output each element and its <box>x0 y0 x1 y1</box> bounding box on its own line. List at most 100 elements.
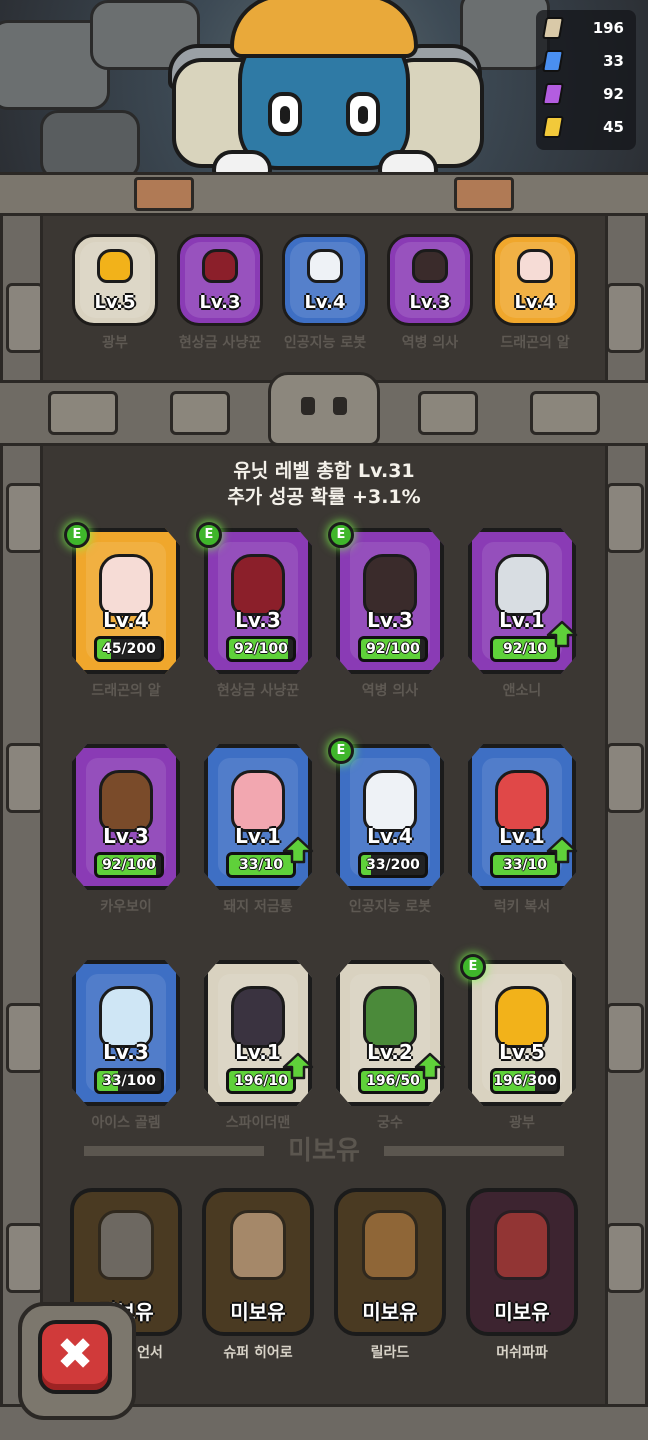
equipped-slot[interactable]: Lv.4 <box>282 234 368 326</box>
unowned-unit-card[interactable]: 미보유 <box>202 1188 314 1336</box>
unit-name: 돼지 저금통 <box>223 899 293 915</box>
resource-row: 196 <box>540 14 632 42</box>
purple-crystal-icon <box>542 83 564 105</box>
unit-portrait <box>362 1210 418 1280</box>
progress-text: 92/100 <box>366 641 420 657</box>
unit-name: 아이스 골렘 <box>91 1115 161 1131</box>
total-level-text: 유닛 레벨 총합 Lv.31 <box>233 460 415 482</box>
unit-level: Lv.3 <box>235 608 281 632</box>
unit-portrait <box>230 1210 286 1280</box>
unit-level: Lv.3 <box>103 1040 149 1064</box>
blue-crystal-icon <box>542 50 564 72</box>
unit-card[interactable]: Lv.3 92/100 <box>72 744 180 890</box>
unit-name: 광부 <box>509 1115 535 1131</box>
resource-panel: 196 33 92 45 <box>536 10 636 150</box>
equipped-slot[interactable]: Lv.5 <box>72 234 158 326</box>
equipped-badge-icon: E <box>196 522 222 548</box>
unit-portrait <box>495 554 549 616</box>
unit-card[interactable]: Lv.3 92/100 <box>204 528 312 674</box>
unit-level: Lv.4 <box>367 824 413 848</box>
unit-name: 앤소니 <box>502 683 542 699</box>
unit-portrait <box>517 249 553 283</box>
unit-progress-bar: 33/100 <box>94 1068 164 1094</box>
unit-portrait <box>99 770 153 832</box>
equipped-slot[interactable]: Lv.4 <box>492 234 578 326</box>
stone-lintel <box>0 172 648 216</box>
upgrade-arrow-icon <box>546 836 578 864</box>
unit-card[interactable]: Lv.5 196/300 <box>468 960 576 1106</box>
rock-decoration <box>40 110 140 180</box>
resource-row: 45 <box>540 113 632 141</box>
progress-text: 196/300 <box>493 1073 557 1089</box>
unit-name: 럭키 복서 <box>493 899 551 915</box>
unit-card[interactable]: Lv.2 196/50 <box>336 960 444 1106</box>
unit-card[interactable]: Lv.4 33/200 <box>336 744 444 890</box>
unit-portrait <box>363 770 417 832</box>
equipped-badge-icon: E <box>328 738 354 764</box>
progress-text: 45/200 <box>102 641 156 657</box>
unit-progress-bar: 92/100 <box>94 852 164 878</box>
unowned-label: 미보유 <box>494 1300 550 1324</box>
unit-portrait <box>231 986 285 1048</box>
unit-portrait <box>307 249 343 283</box>
unowned-unit-name: 릴라드 <box>370 1345 410 1361</box>
resource-value: 92 <box>603 85 624 103</box>
unit-name: 스파이더맨 <box>225 1115 291 1131</box>
unit-name: 드래곤의 알 <box>91 683 161 699</box>
unit-progress-bar: 196/300 <box>490 1068 560 1094</box>
equipped-name: 인공지능 로봇 <box>283 335 367 351</box>
unit-level: Lv.4 <box>103 608 149 632</box>
gold-crystal-icon <box>542 116 564 138</box>
upgrade-arrow-icon <box>414 1052 446 1080</box>
unowned-divider-right <box>384 1146 564 1156</box>
unowned-unit-card[interactable]: 미보유 <box>466 1188 578 1336</box>
unit-name: 궁수 <box>377 1115 403 1131</box>
unit-portrait <box>495 986 549 1048</box>
unit-level: Lv.3 <box>367 608 413 632</box>
unit-portrait <box>412 249 448 283</box>
resource-row: 33 <box>540 47 632 75</box>
equipped-level: Lv.4 <box>514 292 556 313</box>
unit-name: 현상금 사냥꾼 <box>216 683 300 699</box>
unowned-label: 미보유 <box>230 1300 286 1324</box>
equipped-badge-icon: E <box>64 522 90 548</box>
unit-portrait <box>494 1210 550 1280</box>
unit-portrait <box>495 770 549 832</box>
unit-card[interactable]: Lv.1 33/10 <box>468 744 576 890</box>
boss-hat <box>230 0 418 58</box>
equipped-slot[interactable]: Lv.3 <box>387 234 473 326</box>
equipped-level: Lv.3 <box>199 292 241 313</box>
upgrade-arrow-icon <box>282 836 314 864</box>
unit-level: Lv.3 <box>103 824 149 848</box>
unowned-label: 미보유 <box>362 1300 418 1324</box>
upgrade-arrow-icon <box>546 620 578 648</box>
stone-icon <box>542 17 564 39</box>
equipped-slot[interactable]: Lv.3 <box>177 234 263 326</box>
equipped-name: 역병 의사 <box>401 335 459 351</box>
progress-text: 92/100 <box>234 641 288 657</box>
unowned-unit-name: 머쉬파파 <box>496 1345 548 1361</box>
unit-card[interactable]: Lv.3 92/100 <box>336 528 444 674</box>
boss-eye-right <box>346 92 380 136</box>
upgrade-arrow-icon <box>282 1052 314 1080</box>
resource-value: 45 <box>603 118 624 136</box>
unit-name: 인공지능 로봇 <box>348 899 432 915</box>
unit-card[interactable]: Lv.1 33/10 <box>204 744 312 890</box>
resource-value: 33 <box>603 52 624 70</box>
unit-progress-bar: 33/200 <box>358 852 428 878</box>
unit-card[interactable]: Lv.4 45/200 <box>72 528 180 674</box>
boss-eye-left <box>268 92 302 136</box>
unit-card[interactable]: Lv.3 33/100 <box>72 960 180 1106</box>
equipped-level: Lv.5 <box>94 292 136 313</box>
unowned-unit-card[interactable]: 미보유 <box>334 1188 446 1336</box>
unit-name: 역병 의사 <box>361 683 419 699</box>
unit-card[interactable]: Lv.1 196/10 <box>204 960 312 1106</box>
unit-card[interactable]: Lv.1 92/10 <box>468 528 576 674</box>
progress-text: 33/200 <box>366 857 420 873</box>
close-button[interactable]: ✖ <box>38 1320 112 1394</box>
stone-face-ornament <box>268 372 380 446</box>
unit-portrait <box>99 986 153 1048</box>
unit-progress-bar: 92/100 <box>226 636 296 662</box>
resource-value: 196 <box>592 19 624 37</box>
unit-portrait <box>202 249 238 283</box>
